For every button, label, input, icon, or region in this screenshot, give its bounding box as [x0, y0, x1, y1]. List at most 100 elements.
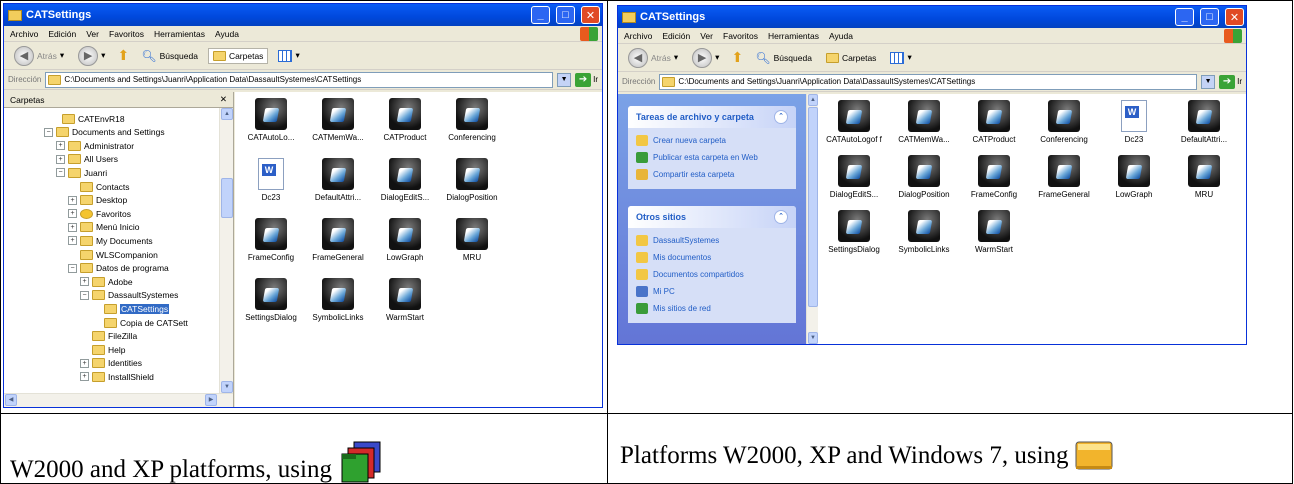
tree-node[interactable]: Contacts	[68, 180, 130, 193]
folders-button[interactable]: Carpetas	[207, 47, 269, 64]
tree-node[interactable]: + My Documents	[68, 234, 153, 247]
file-item[interactable]: Dc23	[1102, 100, 1166, 144]
file-item[interactable]: DialogEditS...	[373, 158, 437, 202]
menu-edicion[interactable]: Edición	[48, 29, 76, 39]
expand-toggle-icon[interactable]: +	[68, 222, 77, 232]
file-item[interactable]: CATProduct	[962, 100, 1026, 144]
file-item[interactable]: FrameGeneral	[1032, 155, 1096, 199]
tree-node[interactable]: + InstallShield	[80, 370, 154, 383]
tree-node[interactable]: + Adobe	[80, 275, 133, 288]
file-item[interactable]: DialogPosition	[440, 158, 504, 202]
menu-archivo[interactable]: Archivo	[624, 31, 652, 41]
place-link[interactable]: Mi PC	[628, 283, 796, 300]
file-item[interactable]: DialogPosition	[892, 155, 956, 199]
file-item[interactable]: SettingsDialog	[239, 278, 303, 322]
expand-toggle-icon[interactable]: −	[44, 127, 53, 137]
search-button[interactable]: 🔍︎ Búsqueda	[137, 47, 202, 65]
collapse-chevron-icon[interactable]: ⌃	[774, 210, 788, 224]
close-button[interactable]: ✕	[581, 6, 600, 24]
forward-button[interactable]: ▶ ▾	[688, 46, 723, 70]
file-item[interactable]: Conferencing	[440, 98, 504, 142]
menu-ver[interactable]: Ver	[700, 31, 713, 41]
tree-node[interactable]: WLSCompanion	[68, 248, 158, 261]
task-link[interactable]: Crear nueva carpeta	[628, 132, 796, 149]
place-link[interactable]: DassaultSystemes	[628, 232, 796, 249]
expand-toggle-icon[interactable]: +	[80, 277, 89, 287]
scroll-down-button[interactable]: ▼	[221, 381, 233, 393]
expand-toggle-icon[interactable]: −	[68, 263, 77, 273]
tree-node[interactable]: − Datos de programa	[68, 262, 169, 275]
title-bar[interactable]: CATSettings _ □ ✕	[4, 4, 602, 26]
minimize-button[interactable]: _	[531, 6, 550, 24]
tree-vertical-scrollbar[interactable]: ▲ ▼	[219, 108, 233, 393]
tree-node[interactable]: FileZilla	[80, 330, 137, 343]
scroll-down-button[interactable]: ▼	[808, 332, 818, 344]
up-folder-icon[interactable]: ⬆	[729, 49, 745, 66]
close-button[interactable]: ✕	[1225, 8, 1244, 26]
file-item[interactable]: LowGraph	[1102, 155, 1166, 199]
expand-toggle-icon[interactable]: +	[80, 358, 89, 368]
tree-node[interactable]: − DassaultSystemes	[80, 289, 178, 302]
file-item[interactable]: DefaultAttri...	[1172, 100, 1236, 144]
file-item[interactable]: MRU	[440, 218, 504, 262]
menu-ayuda[interactable]: Ayuda	[829, 31, 853, 41]
address-dropdown-button[interactable]: ▼	[1201, 74, 1216, 89]
close-pane-button[interactable]: ✕	[220, 94, 227, 105]
forward-button[interactable]: ▶ ▾	[74, 44, 109, 68]
views-button[interactable]: ▾	[274, 48, 303, 64]
file-item[interactable]: FrameConfig	[962, 155, 1026, 199]
file-item[interactable]: CATMemWa...	[306, 98, 370, 142]
file-item[interactable]: CATMemWa...	[892, 100, 956, 144]
tree-node[interactable]: + Menú Inicio	[68, 221, 139, 234]
tree-node[interactable]: − Juanri	[56, 166, 107, 179]
tree-node[interactable]: CATSettings	[92, 302, 170, 315]
other-places-header[interactable]: Otros sitios ⌃	[628, 206, 796, 228]
file-item[interactable]: Conferencing	[1032, 100, 1096, 144]
task-link[interactable]: Publicar esta carpeta en Web	[628, 149, 796, 166]
place-link[interactable]: Mis documentos	[628, 249, 796, 266]
file-item[interactable]: DefaultAttri...	[306, 158, 370, 202]
file-item[interactable]: WarmStart	[373, 278, 437, 322]
tree-node[interactable]: Copia de CATSett	[92, 316, 188, 329]
file-item[interactable]: LowGraph	[373, 218, 437, 262]
menu-herramientas[interactable]: Herramientas	[768, 31, 819, 41]
tree-node[interactable]: + Favoritos	[68, 207, 131, 220]
up-folder-icon[interactable]: ⬆	[115, 47, 131, 64]
expand-toggle-icon[interactable]: −	[80, 290, 89, 300]
back-button[interactable]: ◀ Atrás ▾	[10, 44, 68, 68]
file-item[interactable]: CATAutoLogof f	[822, 100, 886, 144]
address-input[interactable]: C:\Documents and Settings\Juanri\Applica…	[659, 73, 1198, 90]
scroll-right-button[interactable]: ▶	[205, 394, 217, 406]
menu-archivo[interactable]: Archivo	[10, 29, 38, 39]
file-item[interactable]: MRU	[1172, 155, 1236, 199]
tree-node[interactable]: + Desktop	[68, 194, 127, 207]
file-item[interactable]: CATAutoLo...	[239, 98, 303, 142]
tree-node[interactable]: + Identities	[80, 357, 142, 370]
expand-toggle-icon[interactable]: +	[80, 372, 89, 382]
collapse-chevron-icon[interactable]: ⌃	[774, 110, 788, 124]
menu-ayuda[interactable]: Ayuda	[215, 29, 239, 39]
go-button[interactable]: ➔ Ir	[1219, 74, 1246, 89]
expand-toggle-icon[interactable]: −	[56, 168, 65, 178]
expand-toggle-icon[interactable]: +	[68, 209, 77, 219]
file-item[interactable]: SettingsDialog	[822, 210, 886, 254]
file-item[interactable]: SymbolicLinks	[892, 210, 956, 254]
file-item[interactable]: Dc23	[239, 158, 303, 202]
file-item[interactable]: WarmStart	[962, 210, 1026, 254]
views-button[interactable]: ▾	[886, 50, 915, 66]
task-pane-scrollbar[interactable]: ▲ ▼	[806, 94, 818, 344]
tree-node[interactable]: + Administrator	[56, 139, 134, 152]
tree-node[interactable]: CATEnvR18	[50, 112, 125, 125]
place-link[interactable]: Mis sitios de red	[628, 300, 796, 317]
expand-toggle-icon[interactable]: +	[68, 236, 77, 246]
go-button[interactable]: ➔ Ir	[575, 72, 602, 87]
search-button[interactable]: 🔍︎ Búsqueda	[751, 49, 816, 67]
tree-node[interactable]: − Documents and Settings	[44, 126, 165, 139]
menu-favoritos[interactable]: Favoritos	[723, 31, 758, 41]
scroll-thumb[interactable]	[808, 107, 818, 307]
file-item[interactable]: FrameGeneral	[306, 218, 370, 262]
maximize-button[interactable]: □	[1200, 8, 1219, 26]
file-item[interactable]: SymbolicLinks	[306, 278, 370, 322]
scroll-up-button[interactable]: ▲	[808, 94, 818, 106]
place-link[interactable]: Documentos compartidos	[628, 266, 796, 283]
